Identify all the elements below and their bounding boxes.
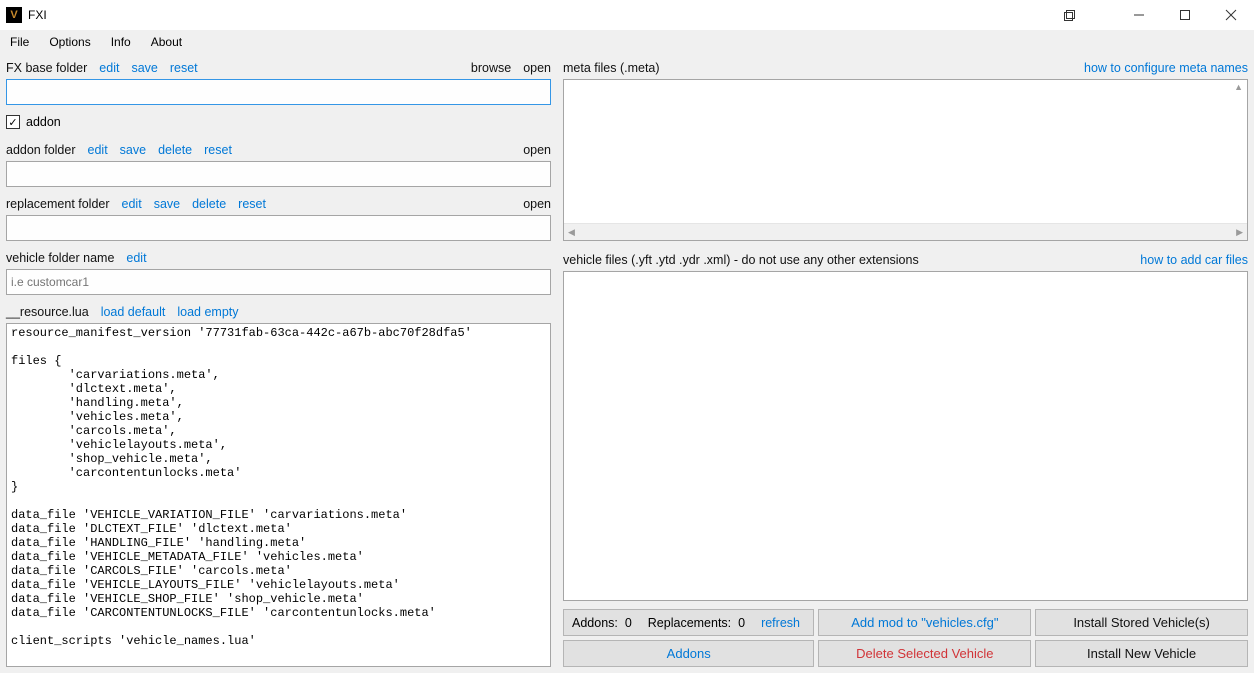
replacements-label: Replacements: [648,616,731,630]
refresh-link[interactable]: refresh [761,616,800,630]
addon-checkbox[interactable]: ✓ [6,115,20,129]
resource-lua-code[interactable]: resource_manifest_version '77731fab-63ca… [6,323,551,667]
meta-files-label: meta files (.meta) [563,61,1072,75]
menu-about[interactable]: About [151,35,182,49]
replacements-count: 0 [738,616,745,630]
add-mod-button[interactable]: Add mod to "vehicles.cfg" [818,609,1031,636]
restore-down-aux-icon[interactable] [1046,0,1092,30]
addons-label: Addons: [572,616,618,630]
close-button[interactable] [1208,0,1254,30]
addon-checkbox-label: addon [26,115,61,129]
replacement-edit-link[interactable]: edit [122,197,142,211]
scroll-left-icon[interactable]: ◀ [568,227,575,238]
replacement-folder-input[interactable] [6,215,551,241]
bottom-buttons: Addons: 0 Replacements: 0 refresh Add mo… [563,609,1248,667]
menu-options[interactable]: Options [49,35,90,49]
fx-base-folder-label: FX base folder [6,61,87,75]
fx-base-reset-link[interactable]: reset [170,61,198,75]
delete-selected-button[interactable]: Delete Selected Vehicle [818,640,1031,667]
vehicle-folder-name-label: vehicle folder name [6,251,114,265]
stats-cell: Addons: 0 Replacements: 0 refresh [563,609,814,636]
load-default-link[interactable]: load default [101,305,166,319]
addon-folder-input[interactable] [6,161,551,187]
app-icon: V [6,7,22,23]
addon-save-link[interactable]: save [120,143,146,157]
addon-delete-link[interactable]: delete [158,143,192,157]
fx-base-open[interactable]: open [523,61,551,75]
menu-bar: File Options Info About [0,30,1254,54]
menu-info[interactable]: Info [111,35,131,49]
how-configure-link[interactable]: how to configure meta names [1084,61,1248,75]
menu-file[interactable]: File [10,35,29,49]
title-bar: V FXI [0,0,1254,30]
meta-files-hscroll[interactable]: ◀ ▶ [564,223,1247,240]
fx-base-save-link[interactable]: save [131,61,157,75]
resource-lua-label: __resource.lua [6,305,89,319]
left-column: FX base folder edit save reset browse op… [6,57,551,667]
install-stored-button[interactable]: Install Stored Vehicle(s) [1035,609,1248,636]
addon-folder-label: addon folder [6,143,76,157]
addon-open[interactable]: open [523,143,551,157]
meta-files-list[interactable]: ◀ ▶ ▲ [563,79,1248,241]
fx-base-edit-link[interactable]: edit [99,61,119,75]
minimize-button[interactable] [1116,0,1162,30]
scroll-up-icon[interactable]: ▲ [1234,82,1243,92]
client-area: FX base folder edit save reset browse op… [0,54,1254,673]
addons-count: 0 [625,616,632,630]
addon-edit-link[interactable]: edit [88,143,108,157]
fx-base-folder-input[interactable] [6,79,551,105]
install-new-button[interactable]: Install New Vehicle [1035,640,1248,667]
replacement-save-link[interactable]: save [154,197,180,211]
addon-reset-link[interactable]: reset [204,143,232,157]
replacement-folder-label: replacement folder [6,197,110,211]
how-add-car-link[interactable]: how to add car files [1140,253,1248,267]
replacement-delete-link[interactable]: delete [192,197,226,211]
addons-button[interactable]: Addons [563,640,814,667]
load-empty-link[interactable]: load empty [177,305,238,319]
vehicle-folder-name-input[interactable] [6,269,551,295]
maximize-button[interactable] [1162,0,1208,30]
window-title: FXI [28,8,1046,22]
fx-base-browse[interactable]: browse [471,61,511,75]
replacement-reset-link[interactable]: reset [238,197,266,211]
vehicle-files-label: vehicle files (.yft .ytd .ydr .xml) - do… [563,253,1128,267]
vehicle-files-list[interactable] [563,271,1248,601]
replacement-open[interactable]: open [523,197,551,211]
right-column: meta files (.meta) how to configure meta… [563,57,1248,667]
vehicle-folder-edit-link[interactable]: edit [126,251,146,265]
scroll-right-icon[interactable]: ▶ [1236,227,1243,238]
